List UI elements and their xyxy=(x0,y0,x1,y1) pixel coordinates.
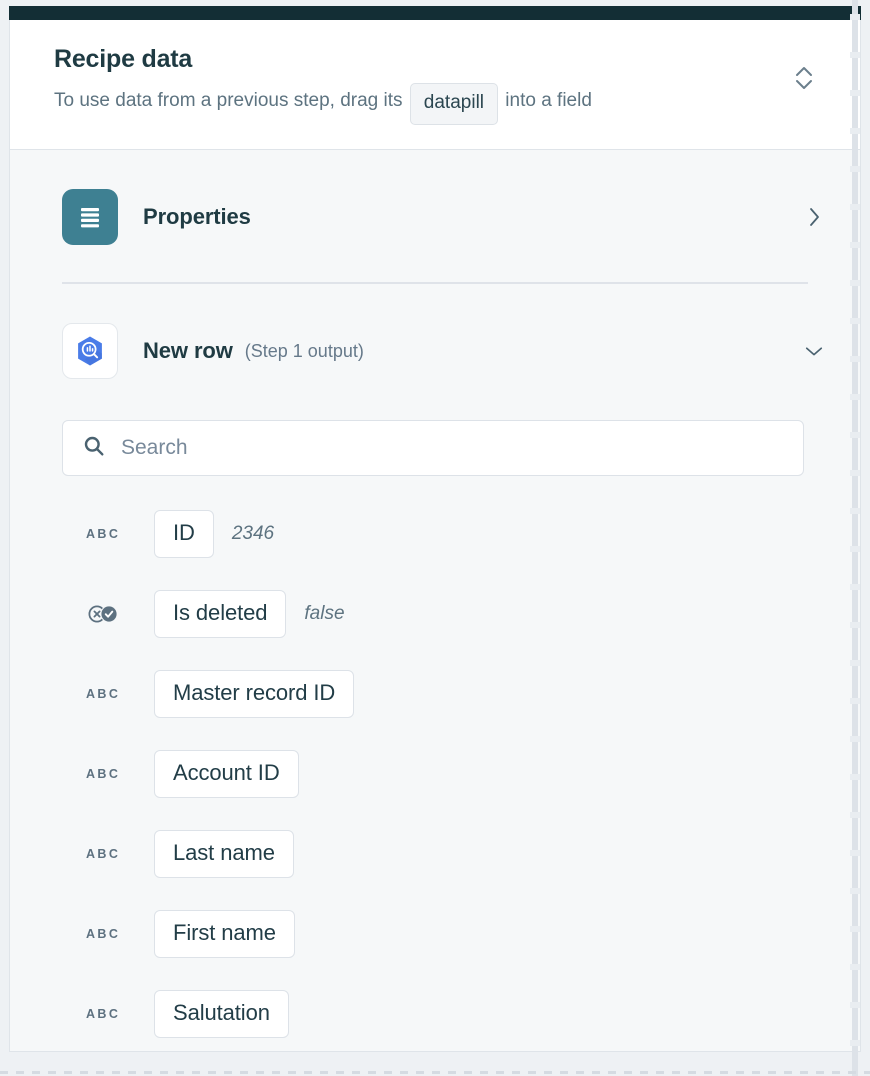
datapill-badge[interactable]: datapill xyxy=(410,83,498,125)
type-boolean-icon xyxy=(86,604,126,624)
list-lines-icon xyxy=(62,189,118,245)
rail-tick xyxy=(850,394,860,400)
panel-subtitle: To use data from a previous step, drag i… xyxy=(54,83,824,125)
chevron-up-down-icon[interactable] xyxy=(791,63,817,93)
datapill-first-name[interactable]: First name xyxy=(154,910,295,958)
datapill-row[interactable]: ABC First name xyxy=(10,894,860,974)
subtitle-text-after: into a field xyxy=(505,90,592,111)
panel-header: Recipe data To use data from a previous … xyxy=(10,20,860,150)
rail-tick xyxy=(850,204,860,210)
datapill-sample-value: 2346 xyxy=(232,523,274,545)
type-string-icon: ABC xyxy=(86,687,126,701)
search-icon xyxy=(83,435,105,462)
datapill-is-deleted[interactable]: Is deleted xyxy=(154,590,286,638)
bottom-dashed-divider xyxy=(0,1071,870,1074)
chevron-down-icon[interactable] xyxy=(804,341,824,361)
panel-resize-rail[interactable] xyxy=(852,0,858,1076)
rail-tick xyxy=(850,52,860,58)
section-new-row[interactable]: New row (Step 1 output) xyxy=(10,310,860,392)
type-string-icon: ABC xyxy=(86,527,126,541)
rail-tick xyxy=(850,1002,860,1008)
datapill-row[interactable]: Is deleted false xyxy=(10,574,860,654)
rail-tick xyxy=(850,14,860,20)
datapill-account-id[interactable]: Account ID xyxy=(154,750,299,798)
panel-body: Properties xyxy=(10,176,860,1052)
rail-tick xyxy=(850,280,860,286)
rail-tick xyxy=(850,356,860,362)
rail-tick xyxy=(850,584,860,590)
section-properties-label: Properties xyxy=(143,204,251,230)
section-new-row-sublabel: (Step 1 output) xyxy=(245,341,364,362)
section-properties[interactable]: Properties xyxy=(10,176,860,258)
rail-tick xyxy=(850,622,860,628)
type-label: ABC xyxy=(86,927,120,941)
type-label: ABC xyxy=(86,527,120,541)
rail-tick xyxy=(850,242,860,248)
section-new-row-label: New row xyxy=(143,338,233,364)
rail-tick xyxy=(850,166,860,172)
type-label: ABC xyxy=(86,1007,120,1021)
datapill-list: ABC ID 2346 xyxy=(10,494,860,1052)
datapill-sample-value: false xyxy=(304,603,344,625)
chevron-right-icon[interactable] xyxy=(804,207,824,227)
type-label: ABC xyxy=(86,767,120,781)
search-input[interactable] xyxy=(121,436,783,460)
datapill-row[interactable]: ABC Salutation xyxy=(10,974,860,1052)
rail-tick xyxy=(850,850,860,856)
rail-tick xyxy=(850,736,860,742)
datapill-row[interactable]: ABC Last name xyxy=(10,814,860,894)
datapill-id[interactable]: ID xyxy=(154,510,214,558)
rail-tick xyxy=(850,926,860,932)
type-string-icon: ABC xyxy=(86,847,126,861)
rail-tick xyxy=(850,470,860,476)
type-label: ABC xyxy=(86,847,120,861)
rail-tick xyxy=(850,318,860,324)
type-string-icon: ABC xyxy=(86,927,126,941)
rail-tick xyxy=(850,660,860,666)
rail-tick xyxy=(850,812,860,818)
datapill-row[interactable]: ABC ID 2346 xyxy=(10,494,860,574)
rail-tick xyxy=(850,964,860,970)
rail-tick xyxy=(850,546,860,552)
datapill-last-name[interactable]: Last name xyxy=(154,830,294,878)
search-box[interactable] xyxy=(62,420,804,476)
page-title: Recipe data xyxy=(54,44,824,74)
datapill-master-record-id[interactable]: Master record ID xyxy=(154,670,354,718)
rail-tick xyxy=(850,888,860,894)
datapill-row[interactable]: ABC Master record ID xyxy=(10,654,860,734)
type-label: ABC xyxy=(86,687,120,701)
rail-tick xyxy=(850,698,860,704)
rail-tick xyxy=(850,508,860,514)
rail-tick xyxy=(850,128,860,134)
rail-tick xyxy=(850,432,860,438)
section-divider xyxy=(62,282,808,284)
recipe-data-panel: Recipe data To use data from a previous … xyxy=(9,20,861,1052)
datapill-salutation[interactable]: Salutation xyxy=(154,990,289,1038)
app-top-bar xyxy=(9,6,861,20)
rail-tick xyxy=(850,90,860,96)
type-string-icon: ABC xyxy=(86,1007,126,1021)
subtitle-text-before: To use data from a previous step, drag i… xyxy=(54,90,403,111)
rail-tick xyxy=(850,774,860,780)
bigquery-logo-icon xyxy=(62,323,118,379)
rail-tick xyxy=(850,1040,860,1046)
type-string-icon: ABC xyxy=(86,767,126,781)
recipe-data-panel-root: Recipe data To use data from a previous … xyxy=(0,0,870,1076)
datapill-row[interactable]: ABC Account ID xyxy=(10,734,860,814)
